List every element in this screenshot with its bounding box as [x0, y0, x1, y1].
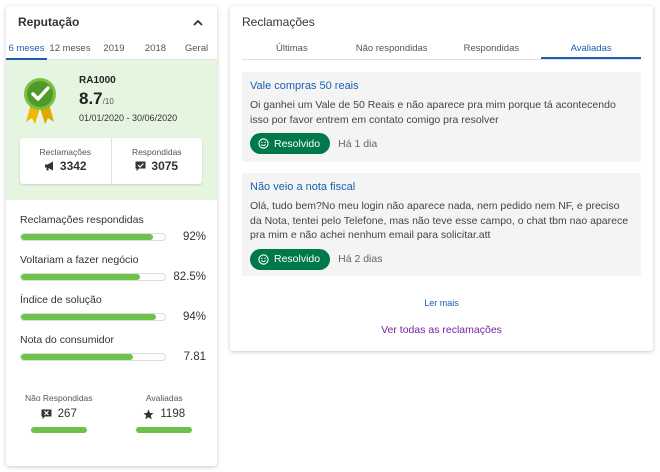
count-value: 3075: [151, 159, 179, 173]
star-icon: [143, 409, 154, 419]
metric-value: 94%: [182, 311, 206, 323]
score-value: 8.7: [79, 89, 103, 108]
read-more-link[interactable]: Ler mais: [230, 298, 653, 308]
reputation-dates: 01/01/2020 - 30/06/2020: [79, 113, 178, 123]
complaint-body: Olá, tudo bem?No meu login não aparece n…: [250, 200, 629, 241]
stat-avaliadas[interactable]: Avaliadas 1198: [112, 393, 218, 433]
period-tab-12-meses[interactable]: 12 meses: [47, 38, 93, 60]
see-all-complaints-link[interactable]: Ver todas as reclamações: [230, 324, 653, 336]
count-value: 3342: [59, 159, 87, 173]
period-tab-geral[interactable]: Geral: [176, 38, 217, 60]
complaint-time: Há 1 dia: [338, 137, 378, 150]
metric-value: 7.81: [183, 351, 206, 363]
count-label: Reclamações: [39, 147, 92, 157]
complaint-time: Há 2 dias: [338, 253, 383, 265]
status-label: Resolvido: [274, 137, 321, 150]
metric-voltariam-a-fazer-negocio: Voltariam a fazer negócio 82.5%: [20, 254, 206, 283]
tab-respondidas[interactable]: Respondidas: [442, 38, 542, 59]
metric-bar: [20, 353, 166, 361]
status-label: Resolvido: [274, 253, 321, 265]
complaints-title: Reclamações: [242, 15, 315, 29]
period-tabs: 6 meses 12 meses 2019 2018 Geral: [6, 38, 217, 60]
reputation-title: Reputação: [18, 15, 80, 29]
status-badge: Resolvido: [250, 248, 331, 270]
metric-label: Voltariam a fazer negócio: [20, 254, 139, 266]
megaphone-icon: [44, 161, 53, 171]
tab-avaliadas[interactable]: Avaliadas: [541, 38, 641, 59]
stat-value: 1198: [160, 408, 186, 420]
stat-bar: [30, 427, 87, 433]
complaint-title[interactable]: Vale compras 50 reais: [250, 80, 633, 92]
ra1000-medal-icon: [24, 78, 56, 124]
reputation-summary: RA1000 8.7/10 01/01/2020 - 30/06/2020 Re…: [6, 60, 217, 200]
period-tab-2019[interactable]: 2019: [93, 38, 135, 60]
stat-label: Não Respondidas: [24, 393, 93, 403]
stat-value: 267: [57, 408, 77, 420]
metric-reclamacoes-respondidas: Reclamações respondidas 92%: [20, 214, 206, 243]
chevron-up-icon[interactable]: [191, 15, 205, 29]
metric-label: Nota do consumidor: [20, 334, 114, 346]
metric-label: Índice de solução: [20, 294, 102, 306]
metric-value: 92%: [182, 231, 206, 243]
metric-label: Reclamações respondidas: [20, 214, 144, 226]
reputation-card: Reputação 6 meses 12 meses 2019 2018 Ger…: [6, 6, 217, 466]
reputation-header[interactable]: Reputação: [6, 6, 217, 38]
complaint-item[interactable]: Vale compras 50 reais Oi ganhei um Vale …: [242, 72, 641, 162]
metric-indice-de-solucao: Índice de solução 94%: [20, 294, 206, 323]
complaint-title[interactable]: Não veio a nota fiscal: [250, 181, 633, 193]
stat-label: Avaliadas: [145, 393, 183, 403]
count-respondidas: Respondidas 3075: [110, 138, 203, 184]
metric-nota-do-consumidor: Nota do consumidor 7.81: [20, 334, 206, 363]
complaint-body: Oi ganhei um Vale de 50 Reais e não apar…: [250, 99, 616, 126]
tab-nao-respondidas[interactable]: Não respondidas: [342, 38, 442, 59]
metric-bar: [20, 313, 166, 321]
complaints-tabs: Últimas Não respondidas Respondidas Aval…: [242, 38, 641, 60]
metric-bar: [20, 273, 166, 281]
period-tab-2018[interactable]: 2018: [135, 38, 176, 60]
metric-bar: [20, 233, 166, 241]
smile-icon: [258, 138, 269, 149]
chat-icon: [135, 161, 146, 171]
score-max: /10: [102, 97, 114, 106]
bottom-stats: Não Respondidas 267 Avaliadas 1198: [6, 393, 217, 433]
complaints-card: Reclamações Últimas Não respondidas Resp…: [230, 6, 653, 351]
reputation-score: 8.7/10: [79, 89, 114, 109]
chat-x-icon: [41, 409, 52, 419]
metric-value: 82.5%: [173, 271, 206, 283]
smile-icon: [258, 253, 269, 265]
stat-bar: [136, 427, 193, 433]
count-label: Respondidas: [131, 147, 182, 157]
counts-box: Reclamações 3342 Respondidas 3075: [20, 138, 202, 184]
tab-ultimas[interactable]: Últimas: [242, 38, 342, 59]
count-reclamacoes: Reclamações 3342: [20, 138, 111, 184]
complaint-item[interactable]: Não veio a nota fiscal Olá, tudo bem?No …: [242, 173, 641, 276]
reputation-name: RA1000: [79, 75, 116, 86]
period-tab-6-meses[interactable]: 6 meses: [6, 38, 47, 60]
stat-nao-respondidas[interactable]: Não Respondidas 267: [6, 393, 112, 433]
status-badge: Resolvido: [250, 133, 331, 154]
